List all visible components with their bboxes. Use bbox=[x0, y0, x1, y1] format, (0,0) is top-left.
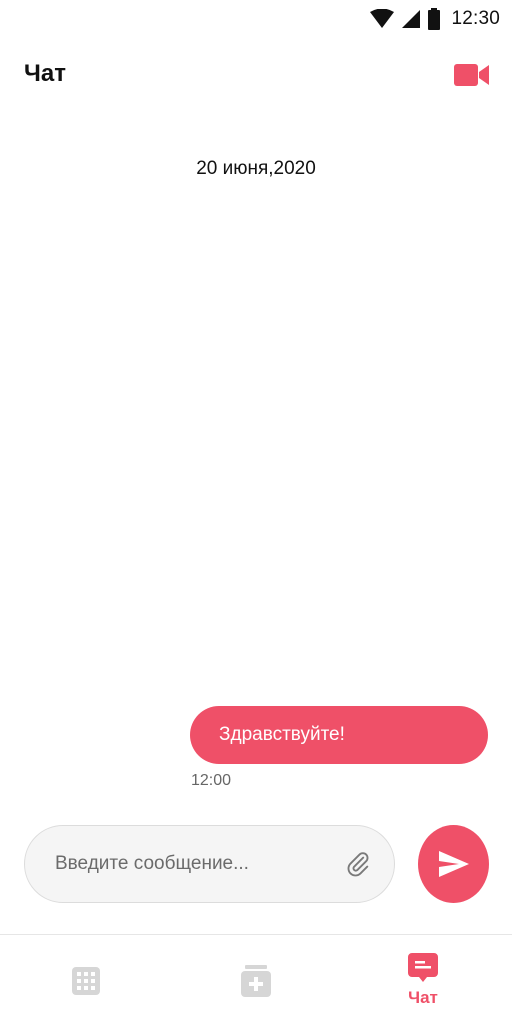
signal-icon bbox=[402, 10, 421, 28]
message-input[interactable] bbox=[55, 826, 325, 902]
message-timestamp: 12:00 bbox=[191, 772, 232, 789]
outgoing-message-bubble[interactable]: Здравствуйте! bbox=[190, 706, 488, 764]
nav-item-grid[interactable] bbox=[26, 935, 146, 1024]
page-title: Чат bbox=[24, 60, 66, 87]
attach-button[interactable] bbox=[344, 850, 372, 878]
send-button[interactable] bbox=[418, 825, 489, 903]
calendar-add-icon bbox=[241, 965, 271, 997]
status-time: 12:30 bbox=[451, 8, 500, 29]
video-call-button[interactable] bbox=[454, 62, 490, 88]
message-composer bbox=[24, 825, 395, 903]
chat-icon bbox=[408, 953, 438, 982]
nav-item-calendar-add[interactable] bbox=[196, 935, 316, 1024]
battery-icon bbox=[428, 8, 441, 30]
send-icon bbox=[438, 851, 469, 877]
nav-label-chat: Чат bbox=[408, 988, 438, 1007]
status-icons: 12:30 bbox=[369, 8, 500, 30]
bottom-nav: Чат bbox=[0, 934, 512, 1024]
nav-item-chat[interactable]: Чат bbox=[363, 935, 483, 1024]
header: Чат bbox=[0, 50, 512, 102]
video-camera-icon bbox=[454, 64, 489, 86]
wifi-icon bbox=[370, 9, 395, 28]
date-separator: 20 июня,2020 bbox=[196, 158, 316, 179]
chat-screen: 12:30 Чат 20 июня,2020 Здравствуйте! 12:… bbox=[0, 0, 512, 1024]
grid-icon bbox=[72, 967, 100, 995]
paperclip-icon bbox=[347, 852, 369, 877]
status-bar: 12:30 bbox=[0, 0, 512, 40]
